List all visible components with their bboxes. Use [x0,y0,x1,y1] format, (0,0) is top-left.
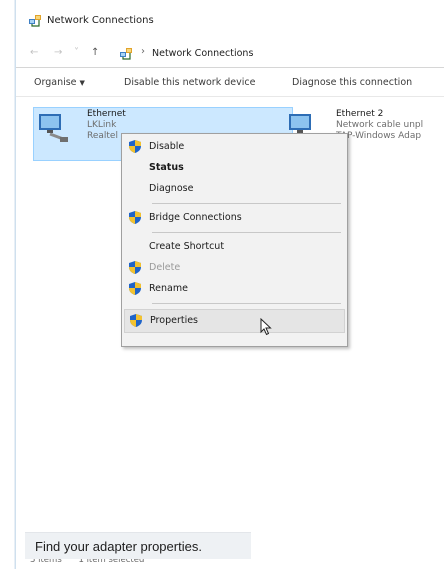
back-arrow-icon[interactable]: ← [30,47,38,58]
diagnose-connection-button[interactable]: Diagnose this connection [292,77,412,88]
menu-item-label: Disable [149,141,185,152]
adapter-ethernet-2[interactable]: Ethernet 2 Network cable unpl TAP-Window… [336,109,444,142]
command-divider [16,96,444,97]
uac-shield-icon [129,261,141,277]
up-arrow-icon[interactable]: ↑ [91,47,99,58]
menu-item-label: Rename [149,283,188,294]
adapter-device: TAP-Windows Adap [336,131,422,141]
menu-item-label: Delete [149,262,181,273]
menu-item-create-shortcut[interactable]: Create Shortcut [124,237,345,257]
menu-item-label: Status [149,162,184,173]
caption-text: Find your adapter properties. [35,539,202,554]
organise-label: Organise [34,77,77,88]
window-title: Network Connections [47,15,154,26]
uac-shield-icon [129,140,141,156]
menu-item-label: Diagnose [149,183,194,194]
caption-box: Find your adapter properties. [25,532,251,559]
menu-item-label: Bridge Connections [149,212,242,223]
command-bar: Organise ▼ Disable this network device Di… [16,68,444,96]
forward-arrow-icon[interactable]: → [54,47,62,58]
network-connections-icon [29,14,42,30]
adapter-context-menu: Disable Status Diagnose Bridge Connectio… [121,133,348,347]
menu-item-label: Create Shortcut [149,241,225,252]
network-connections-window: Network Connections ← → ˅ ↑ › Network Co… [15,0,444,569]
menu-item-rename[interactable]: Rename [124,279,345,299]
adapter-status: LKLink [87,120,117,130]
uac-shield-icon [130,314,142,330]
menu-item-status[interactable]: Status [124,158,345,178]
menu-separator [152,303,341,304]
breadcrumb-network-connections[interactable]: Network Connections [152,48,253,59]
menu-item-label: Properties [150,315,199,326]
menu-separator [152,232,341,233]
network-folder-icon [120,47,134,63]
mouse-pointer-icon [260,317,272,339]
menu-separator [152,203,341,204]
uac-shield-icon [129,211,141,227]
adapter-name: Ethernet 2 [336,109,384,119]
recent-locations-chevron-icon[interactable]: ˅ [74,47,79,58]
title-bar: Network Connections [16,0,444,42]
menu-item-delete[interactable]: Delete [124,258,345,278]
chevron-down-icon: ▼ [79,79,85,87]
menu-item-disable[interactable]: Disable [124,137,345,157]
menu-item-bridge-connections[interactable]: Bridge Connections [124,208,345,228]
menu-item-properties[interactable]: Properties [124,309,345,333]
adapter-name: Ethernet [87,109,126,119]
address-bar: ← → ˅ ↑ › Network Connections [16,42,444,68]
uac-shield-icon [129,282,141,298]
menu-item-diagnose[interactable]: Diagnose [124,179,345,199]
disable-device-button[interactable]: Disable this network device [124,77,255,88]
ethernet-adapter-icon [36,110,70,147]
breadcrumb-separator: › [141,46,145,57]
adapter-status: Network cable unpl [336,120,424,130]
organise-button[interactable]: Organise ▼ [34,77,85,88]
